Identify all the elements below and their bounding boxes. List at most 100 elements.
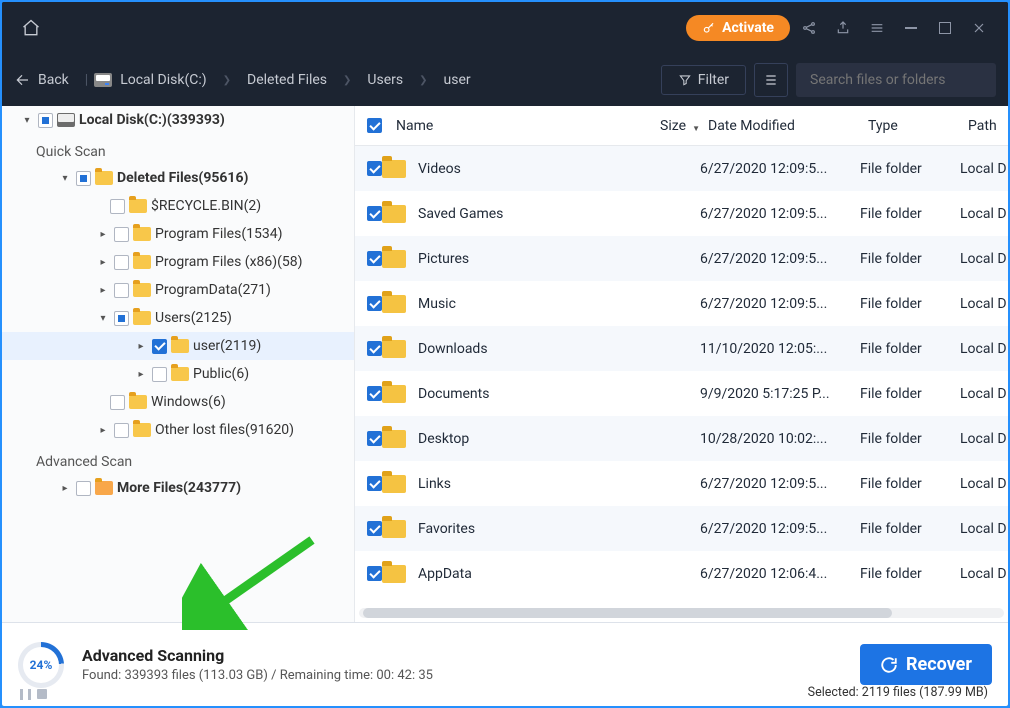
file-name: Desktop (418, 431, 618, 447)
menu-button[interactable] (862, 13, 892, 43)
row-checkbox[interactable] (367, 566, 382, 581)
file-row[interactable]: Downloads11/10/2020 12:05:...File folder… (355, 326, 1008, 371)
checkbox[interactable] (152, 367, 167, 382)
tree-item[interactable]: ▸ Public(6) (2, 360, 354, 388)
checkbox[interactable] (114, 255, 129, 270)
crumb-0[interactable]: Local Disk(C:) (120, 72, 206, 88)
file-type: File folder (860, 251, 960, 267)
checkbox[interactable] (76, 481, 91, 496)
pause-button[interactable] (20, 689, 31, 700)
tree-root-label: Local Disk(C:)(339393) (79, 112, 225, 128)
checkbox[interactable] (38, 113, 53, 128)
file-row[interactable]: Videos6/27/2020 12:09:5...File folderLoc… (355, 146, 1008, 191)
file-row[interactable]: AppData6/27/2020 12:06:4...File folderLo… (355, 551, 1008, 596)
file-row[interactable]: Saved Games6/27/2020 12:09:5...File fold… (355, 191, 1008, 236)
footer: 24% Advanced Scanning Found: 339393 file… (2, 622, 1008, 706)
file-pane: Name Size▼ Date Modified Type Path Video… (355, 106, 1008, 622)
file-name: Downloads (418, 341, 618, 357)
checkbox[interactable] (152, 339, 167, 354)
crumb-3[interactable]: user (444, 72, 471, 88)
tree-item[interactable]: Windows(6) (2, 388, 354, 416)
file-type: File folder (860, 521, 960, 537)
row-checkbox[interactable] (367, 251, 382, 266)
chevron-right-icon[interactable]: ▸ (58, 481, 72, 495)
col-date[interactable]: Date Modified (708, 118, 868, 134)
search-box[interactable] (796, 63, 996, 97)
checkbox[interactable] (114, 283, 129, 298)
col-name[interactable]: Name (396, 118, 626, 134)
recover-button[interactable]: Recover (860, 644, 992, 685)
crumb-1[interactable]: Deleted Files (247, 72, 327, 88)
scrollbar-track[interactable] (359, 608, 1004, 618)
checkbox[interactable] (76, 171, 91, 186)
chevron-down-icon[interactable]: ▾ (96, 311, 110, 325)
checkbox[interactable] (114, 423, 129, 438)
col-type[interactable]: Type (868, 118, 968, 134)
col-size[interactable]: Size▼ (626, 118, 686, 134)
chevron-right-icon[interactable]: ▸ (134, 339, 148, 353)
checkbox[interactable] (114, 227, 129, 242)
maximize-button[interactable] (930, 13, 960, 43)
filter-label: Filter (698, 72, 729, 88)
search-input[interactable] (810, 72, 988, 88)
disk-icon (57, 113, 75, 127)
chevron-right-icon[interactable]: ▸ (134, 367, 148, 381)
tree-more-files[interactable]: ▸ More Files(243777) (2, 474, 354, 502)
row-checkbox[interactable] (367, 341, 382, 356)
checkbox[interactable] (114, 311, 129, 326)
filter-button[interactable]: Filter (661, 65, 746, 95)
scrollbar-thumb[interactable] (363, 608, 892, 618)
tree-sidebar[interactable]: ▾ Local Disk(C:)(339393) Quick Scan ▾ De… (2, 106, 355, 622)
file-row[interactable]: Favorites6/27/2020 12:09:5...File folder… (355, 506, 1008, 551)
close-button[interactable] (964, 13, 994, 43)
chevron-right-icon[interactable]: ▸ (96, 255, 110, 269)
crumb-2[interactable]: Users (367, 72, 403, 88)
back-button[interactable]: Back (14, 72, 69, 88)
tree-item-users[interactable]: ▾ Users(2125) (2, 304, 354, 332)
col-path[interactable]: Path (968, 118, 1008, 134)
row-checkbox[interactable] (367, 476, 382, 491)
tree-item-label: More Files(243777) (117, 480, 241, 496)
stop-button[interactable] (37, 689, 47, 699)
file-row[interactable]: Documents9/9/2020 5:17:25 P...File folde… (355, 371, 1008, 416)
horizontal-scrollbar[interactable] (355, 604, 1008, 622)
tree-item[interactable]: ▸ ProgramData(271) (2, 276, 354, 304)
file-name: Links (418, 476, 618, 492)
tree-item-label: Users(2125) (155, 310, 232, 326)
minimize-button[interactable] (896, 13, 926, 43)
share-button[interactable] (794, 13, 824, 43)
tree-item[interactable]: $RECYCLE.BIN(2) (2, 192, 354, 220)
file-row[interactable]: Pictures6/27/2020 12:09:5...File folderL… (355, 236, 1008, 281)
tree-item-user[interactable]: ▸ user(2119) (2, 332, 354, 360)
chevron-down-icon[interactable]: ▾ (58, 171, 72, 185)
tree-item[interactable]: ▸ Other lost files(91620) (2, 416, 354, 444)
header-checkbox[interactable] (367, 118, 382, 133)
checkbox[interactable] (110, 395, 125, 410)
list-view-toggle[interactable] (754, 63, 788, 97)
row-checkbox[interactable] (367, 161, 382, 176)
file-row[interactable]: Desktop10/28/2020 10:02:...File folderLo… (355, 416, 1008, 461)
chevron-right-icon[interactable]: ▸ (96, 227, 110, 241)
chevron-right-icon[interactable]: ▸ (96, 423, 110, 437)
export-button[interactable] (828, 13, 858, 43)
file-rows[interactable]: Videos6/27/2020 12:09:5...File folderLoc… (355, 146, 1008, 604)
chevron-right-icon[interactable]: ▸ (96, 283, 110, 297)
home-button[interactable] (16, 13, 46, 43)
file-row[interactable]: Music6/27/2020 12:09:5...File folderLoca… (355, 281, 1008, 326)
folder-icon (171, 339, 189, 353)
tree-deleted-files[interactable]: ▾ Deleted Files(95616) (2, 164, 354, 192)
row-checkbox[interactable] (367, 386, 382, 401)
activate-button[interactable]: Activate (686, 15, 790, 41)
tree-root[interactable]: ▾ Local Disk(C:)(339393) (2, 106, 354, 134)
row-checkbox[interactable] (367, 296, 382, 311)
breadcrumb[interactable]: Local Disk(C:) ❯ Deleted Files ❯ Users ❯… (94, 72, 470, 88)
row-checkbox[interactable] (367, 521, 382, 536)
row-checkbox[interactable] (367, 431, 382, 446)
tree-item[interactable]: ▸ Program Files (x86)(58) (2, 248, 354, 276)
row-checkbox[interactable] (367, 206, 382, 221)
tree-item[interactable]: ▸ Program Files(1534) (2, 220, 354, 248)
file-row[interactable]: Links6/27/2020 12:09:5...File folderLoca… (355, 461, 1008, 506)
checkbox[interactable] (110, 199, 125, 214)
chevron-down-icon[interactable]: ▾ (20, 113, 34, 127)
column-header[interactable]: Name Size▼ Date Modified Type Path (355, 106, 1008, 146)
